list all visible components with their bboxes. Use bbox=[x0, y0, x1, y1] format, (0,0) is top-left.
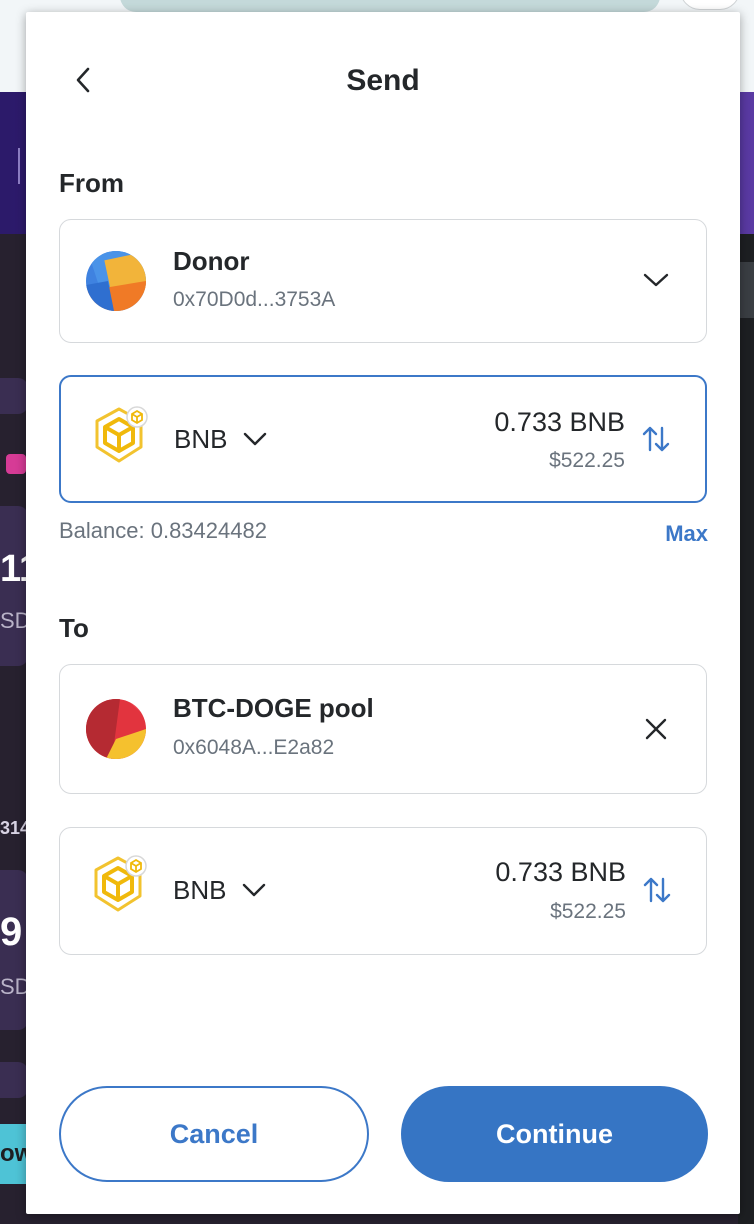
clear-recipient-button[interactable] bbox=[636, 709, 676, 749]
swap-arrows-icon[interactable] bbox=[641, 424, 671, 454]
max-button[interactable]: Max bbox=[665, 521, 708, 547]
to-fiat-value: $522.25 bbox=[550, 900, 626, 923]
page-right-strip bbox=[738, 234, 754, 1224]
from-token-symbol: BNB bbox=[174, 423, 228, 454]
from-token-amount[interactable]: 0.733 BNB bbox=[494, 407, 625, 438]
continue-button[interactable]: Continue bbox=[401, 1086, 708, 1182]
from-token-selector[interactable]: BNB bbox=[174, 419, 267, 459]
account-dropdown-toggle[interactable] bbox=[636, 260, 676, 300]
to-account-address: 0x6048A...E2a82 bbox=[173, 736, 335, 759]
page-badge bbox=[6, 454, 26, 474]
to-account-box[interactable]: BTC-DOGE pool 0x6048A...E2a82 bbox=[59, 664, 707, 794]
popup-header: Send bbox=[26, 52, 740, 108]
chevron-down-icon bbox=[243, 883, 266, 897]
page-partial-unit: SD bbox=[0, 974, 26, 999]
page-card bbox=[0, 1062, 28, 1098]
from-token-amount-box[interactable]: BNB 0.733 BNB $522.25 bbox=[59, 375, 707, 503]
from-label: From bbox=[59, 168, 124, 198]
bnb-token-icon bbox=[95, 406, 148, 463]
page-partial-value: 314 bbox=[0, 818, 26, 838]
banner-divider bbox=[18, 148, 20, 184]
from-fiat-value: $522.25 bbox=[549, 449, 625, 472]
to-account-name: BTC-DOGE pool bbox=[173, 693, 374, 723]
page-button-label: ow bbox=[0, 1140, 26, 1167]
to-token-symbol: BNB bbox=[173, 874, 227, 905]
browser-address-bar bbox=[120, 0, 660, 12]
page-partial-unit: SD bbox=[0, 608, 26, 633]
from-account-name: Donor bbox=[173, 246, 250, 276]
page-partial-value: 9 bbox=[0, 910, 23, 954]
from-account-selector[interactable]: Donor 0x70D0d...3753A bbox=[59, 219, 707, 343]
to-token-selector[interactable]: BNB bbox=[173, 870, 266, 910]
page-title: Send bbox=[346, 64, 420, 97]
to-token-amount-box[interactable]: BNB 0.733 BNB $522.25 bbox=[59, 827, 707, 955]
page-card bbox=[0, 378, 28, 414]
close-icon bbox=[645, 718, 667, 740]
chevron-down-icon bbox=[244, 432, 267, 446]
page-partial-value: 11 bbox=[0, 548, 26, 590]
account-avatar bbox=[86, 251, 146, 311]
chevron-down-icon bbox=[643, 273, 669, 287]
account-avatar bbox=[86, 699, 146, 759]
cancel-button[interactable]: Cancel bbox=[59, 1086, 369, 1182]
bnb-token-icon bbox=[94, 855, 147, 912]
to-token-amount[interactable]: 0.733 BNB bbox=[495, 857, 626, 888]
to-label: To bbox=[59, 613, 89, 643]
page-right-widget bbox=[740, 262, 754, 318]
swap-arrows-icon[interactable] bbox=[642, 875, 672, 905]
send-popup: Send From Donor 0x70D0d...3753A BNB 0.73… bbox=[26, 12, 740, 1214]
balance-text: Balance: 0.83424482 bbox=[59, 518, 267, 543]
from-account-address: 0x70D0d...3753A bbox=[173, 288, 336, 311]
